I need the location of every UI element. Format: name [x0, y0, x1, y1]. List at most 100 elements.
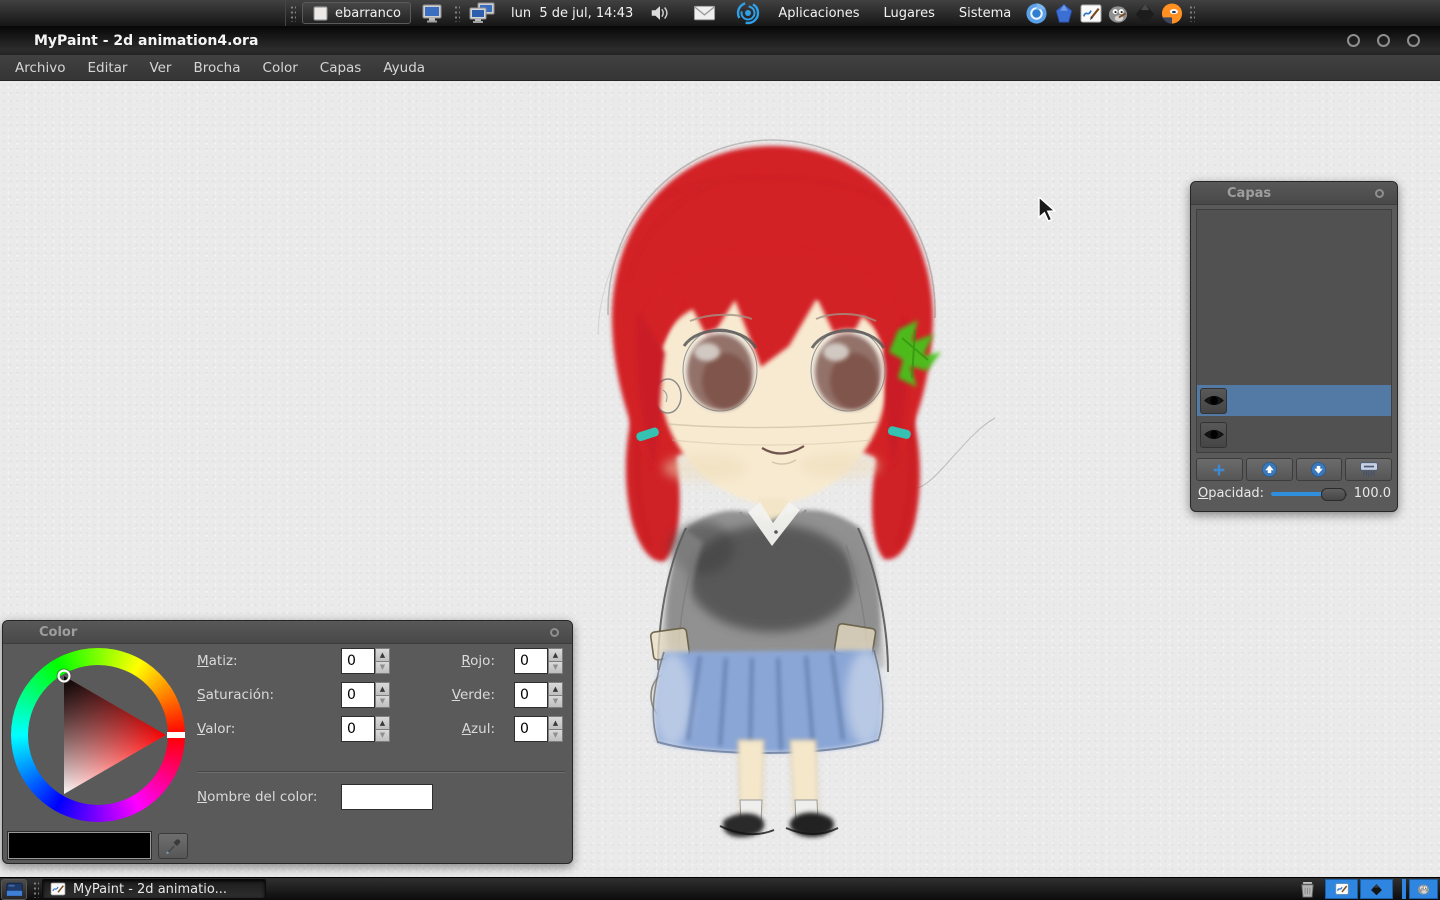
add-layer-button[interactable] — [1196, 458, 1243, 481]
eyedropper-icon — [165, 837, 182, 855]
applet-grip[interactable] — [32, 880, 39, 898]
audio-indicator-applet[interactable] — [730, 0, 766, 26]
spin-up-icon[interactable]: ▲ — [375, 716, 390, 729]
opacity-slider[interactable] — [1271, 487, 1347, 501]
hue-label: Matiz: — [197, 648, 238, 674]
launcher-blender[interactable] — [1158, 0, 1185, 26]
red-label: Rojo: — [403, 648, 495, 674]
layers-panel-title: Capas — [1227, 186, 1271, 201]
color-panel-titlebar[interactable]: Color — [3, 621, 572, 644]
maximize-button[interactable] — [1377, 34, 1390, 47]
workspace-2[interactable] — [1360, 879, 1393, 899]
close-button[interactable] — [1407, 34, 1420, 47]
spin-down-icon[interactable]: ▼ — [548, 695, 563, 709]
workspace-1[interactable] — [1325, 879, 1358, 899]
panel-close-icon[interactable] — [1375, 189, 1384, 198]
color-panel-title: Color — [39, 625, 77, 640]
red-input[interactable] — [514, 648, 548, 674]
display-applet[interactable] — [414, 0, 450, 26]
menu-archivo[interactable]: Archivo — [4, 55, 76, 80]
panel-close-icon[interactable] — [550, 628, 559, 637]
spin-down-icon[interactable]: ▼ — [375, 729, 390, 743]
launcher-inkscape[interactable] — [1131, 0, 1158, 26]
layer-visibility-toggle[interactable] — [1200, 388, 1227, 414]
hue-wheel[interactable] — [11, 648, 185, 822]
applet-grip[interactable] — [1188, 4, 1195, 22]
color-picker-button[interactable] — [158, 833, 188, 859]
spin-down-icon[interactable]: ▼ — [548, 729, 563, 743]
spin-down-icon[interactable]: ▼ — [375, 661, 390, 675]
volume-icon — [649, 3, 671, 23]
spin-down-icon[interactable]: ▼ — [548, 661, 563, 675]
hsv-triangle[interactable] — [11, 648, 185, 822]
menu-capas[interactable]: Capas — [309, 55, 373, 80]
raise-layer-button[interactable] — [1246, 458, 1293, 481]
spin-down-icon[interactable]: ▼ — [375, 695, 390, 709]
slider-handle[interactable] — [1321, 488, 1346, 501]
spin-up-icon[interactable]: ▲ — [548, 682, 563, 695]
layers-panel: Capas — [1190, 181, 1398, 512]
layer-visibility-toggle[interactable] — [1200, 422, 1227, 448]
mypaint-icon — [1079, 2, 1103, 25]
layers-list[interactable] — [1196, 209, 1392, 453]
monitor-icon — [420, 1, 444, 25]
applet-grip[interactable] — [453, 4, 460, 22]
hue-input[interactable] — [341, 648, 375, 674]
minimize-button[interactable] — [1347, 34, 1360, 47]
menu-aplicaciones[interactable]: Aplicaciones — [766, 0, 871, 26]
spin-up-icon[interactable]: ▲ — [375, 648, 390, 661]
gimp-icon — [1416, 882, 1431, 896]
menu-brocha[interactable]: Brocha — [182, 55, 251, 80]
spin-up-icon[interactable]: ▲ — [548, 716, 563, 729]
blue-spinbox: ▲▼ — [514, 716, 563, 742]
layer-row-selected[interactable] — [1197, 385, 1391, 416]
green-spinbox: ▲▼ — [514, 682, 563, 708]
saturation-input[interactable] — [341, 682, 375, 708]
green-input[interactable] — [514, 682, 548, 708]
folder-window-icon — [312, 5, 329, 22]
spin-up-icon[interactable]: ▲ — [375, 682, 390, 695]
notification-tray — [1402, 879, 1438, 899]
tray-gimp-item[interactable] — [1409, 879, 1438, 899]
menu-sistema[interactable]: Sistema — [947, 0, 1023, 26]
spin-up-icon[interactable]: ▲ — [548, 648, 563, 661]
value-input[interactable] — [341, 716, 375, 742]
color-name-input[interactable] — [341, 784, 433, 810]
delete-layer-icon — [1358, 461, 1380, 478]
opacity-value: 100.0 — [1354, 486, 1391, 501]
layer-row[interactable] — [1197, 419, 1391, 450]
show-desktop-icon — [6, 882, 23, 897]
trash-icon[interactable] — [1299, 880, 1316, 899]
screens-applet[interactable] — [463, 0, 501, 26]
launcher-chromium[interactable] — [1023, 0, 1050, 26]
launcher-mypaint[interactable] — [1077, 0, 1104, 26]
slider-fill — [1271, 492, 1326, 496]
layers-panel-titlebar[interactable]: Capas — [1191, 182, 1397, 205]
menu-ver[interactable]: Ver — [138, 55, 182, 80]
launcher-gimp[interactable] — [1104, 0, 1131, 26]
clock[interactable]: lun 5 de jul, 14:43 — [501, 6, 643, 21]
show-desktop-button[interactable] — [1, 879, 27, 900]
value-label: Valor: — [197, 716, 235, 742]
lower-layer-button[interactable] — [1296, 458, 1343, 481]
blue-input[interactable] — [514, 716, 548, 742]
mail-applet[interactable] — [687, 0, 722, 26]
delete-layer-button[interactable] — [1345, 458, 1392, 481]
window-titlebar[interactable]: MyPaint - 2d animation4.ora — [0, 26, 1440, 55]
dual-monitor-icon — [469, 1, 495, 25]
mail-icon — [693, 4, 716, 22]
eye-icon — [1203, 427, 1225, 442]
window-list-button[interactable]: ebarranco — [302, 2, 411, 24]
menu-editar[interactable]: Editar — [76, 55, 138, 80]
menu-lugares[interactable]: Lugares — [872, 0, 947, 26]
hue-marker[interactable] — [167, 732, 185, 738]
mypaint-window-icon — [1335, 882, 1349, 896]
applet-grip[interactable] — [289, 4, 296, 22]
menu-ayuda[interactable]: Ayuda — [372, 55, 436, 80]
separator — [197, 771, 565, 773]
audio-indicator-icon — [736, 1, 760, 25]
launcher-gem[interactable] — [1050, 0, 1077, 26]
menu-color[interactable]: Color — [252, 55, 309, 80]
volume-applet[interactable] — [643, 0, 677, 26]
taskbar-mypaint-button[interactable]: MyPaint - 2d animatio... — [42, 879, 266, 899]
